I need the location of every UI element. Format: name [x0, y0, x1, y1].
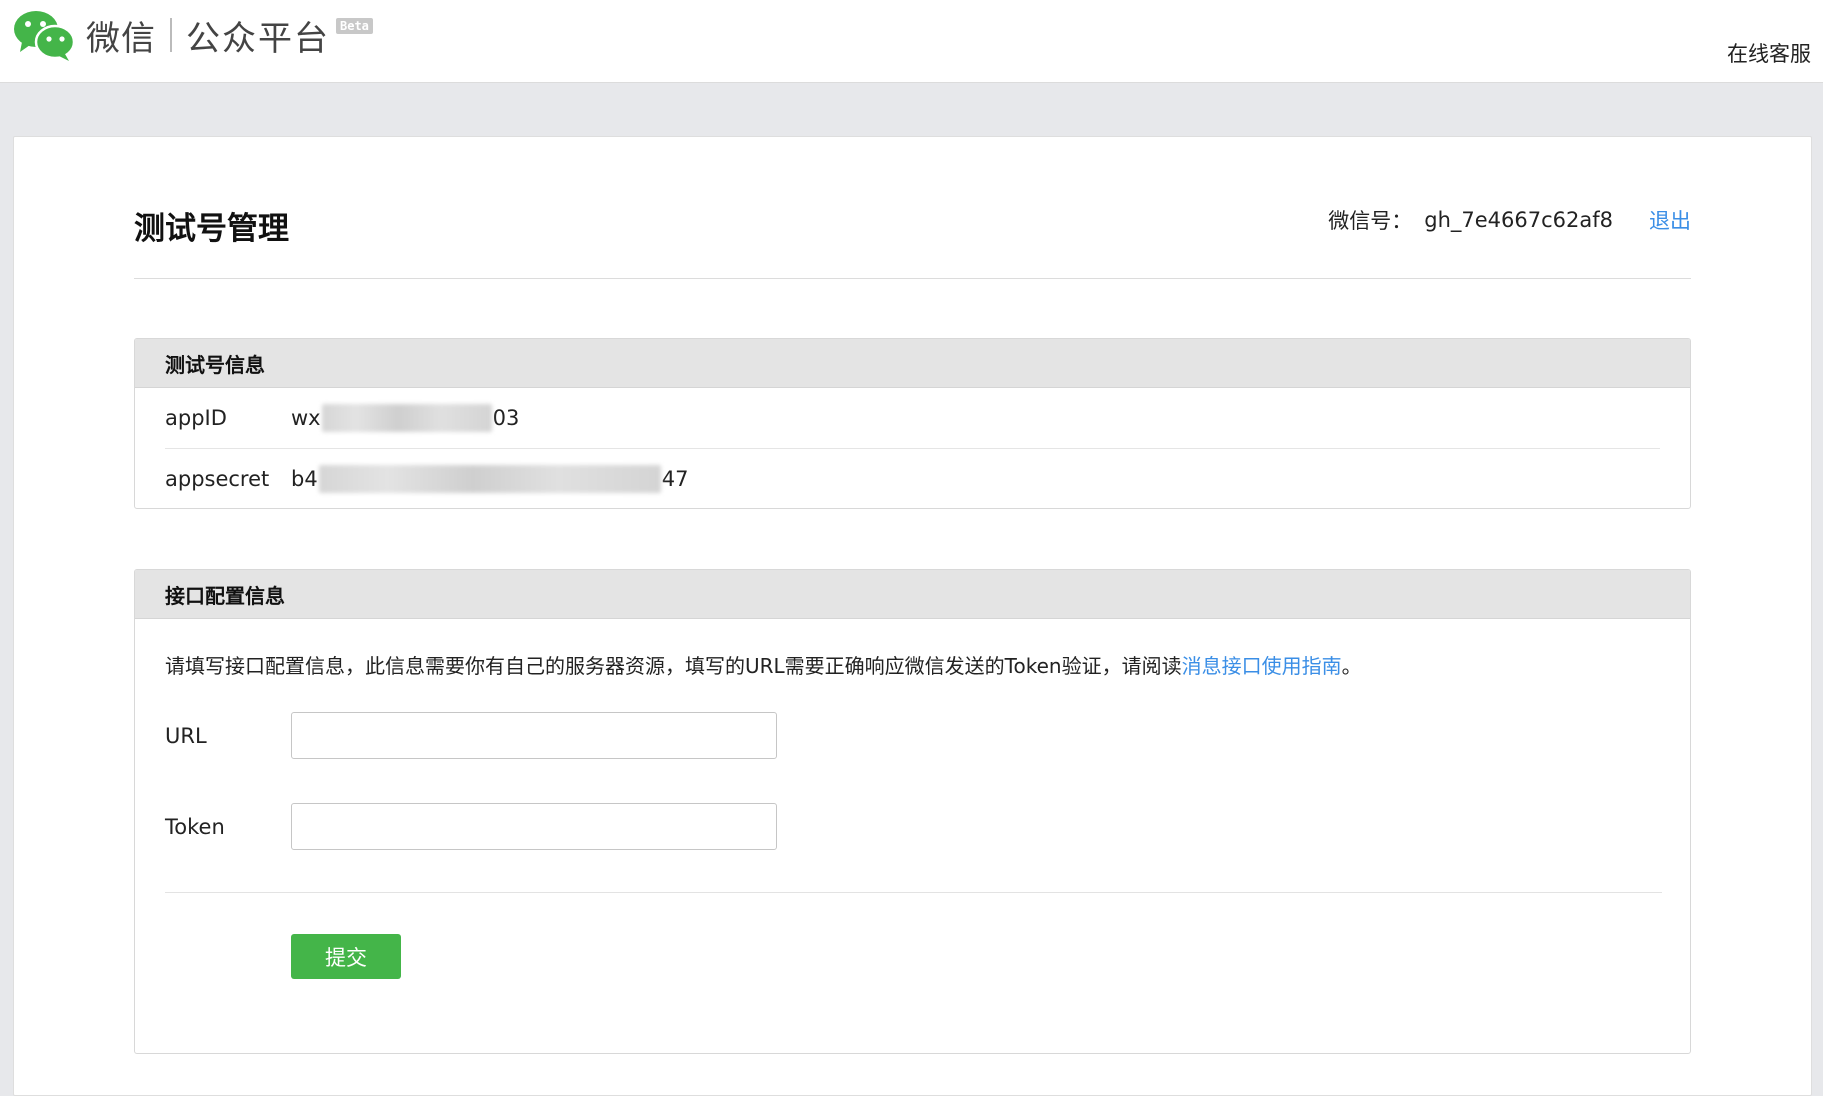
page-header: 测试号管理 微信号： gh_7e4667c62af8 退出	[134, 197, 1691, 279]
appsecret-redacted	[318, 464, 661, 493]
config-description-text: 请填写接口配置信息，此信息需要你有自己的服务器资源，填写的URL需要正确响应微信…	[165, 654, 1182, 678]
brand-platform: 公众平台	[186, 18, 330, 59]
message-api-guide-link[interactable]: 消息接口使用指南	[1182, 654, 1342, 678]
interface-config-section-title: 接口配置信息	[135, 570, 1690, 619]
interface-config-section: 接口配置信息 请填写接口配置信息，此信息需要你有自己的服务器资源，填写的URL需…	[134, 569, 1691, 1054]
token-row: Token	[165, 803, 777, 850]
page-title: 测试号管理	[134, 211, 289, 247]
account-info: 微信号： gh_7e4667c62af8 退出	[1328, 205, 1691, 235]
submit-button[interactable]: 提交	[291, 934, 401, 979]
appsecret-label: appsecret	[165, 466, 270, 491]
wechat-logo-icon	[14, 11, 76, 61]
token-input[interactable]	[291, 803, 777, 850]
form-divider	[165, 892, 1662, 893]
beta-badge: Beta	[336, 18, 373, 34]
online-service-link[interactable]: 在线客服	[1727, 38, 1811, 68]
test-account-section-title: 测试号信息	[135, 339, 1690, 388]
brand-weixin: 微信	[86, 18, 156, 59]
appsecret-row: appsecret b4 47	[165, 448, 1660, 508]
token-label: Token	[165, 814, 225, 839]
logout-link[interactable]: 退出	[1649, 205, 1691, 235]
config-description: 请填写接口配置信息，此信息需要你有自己的服务器资源，填写的URL需要正确响应微信…	[165, 650, 1362, 679]
account-id: gh_7e4667c62af8	[1424, 208, 1613, 232]
appid-row: appID wx 03	[165, 388, 1660, 448]
config-description-end: 。	[1341, 654, 1362, 678]
appid-label: appID	[165, 406, 227, 430]
logo[interactable]: 微信 公众平台 Beta	[12, 8, 373, 62]
main-card: 测试号管理 微信号： gh_7e4667c62af8 退出 测试号信息 appI…	[13, 136, 1812, 1096]
appid-redacted	[321, 404, 492, 432]
brand-divider	[170, 18, 172, 52]
appid-prefix: wx	[291, 406, 321, 430]
url-label: URL	[165, 723, 207, 748]
appid-value: wx 03	[291, 404, 519, 432]
test-account-section: 测试号信息 appID wx 03 appsecret b4 47	[134, 338, 1691, 509]
url-row: URL	[165, 712, 777, 759]
top-bar: 微信 公众平台 Beta 在线客服	[0, 0, 1823, 83]
account-label: 微信号：	[1328, 209, 1413, 233]
appid-suffix: 03	[492, 406, 520, 430]
appsecret-prefix: b4	[291, 466, 318, 491]
appsecret-value: b4 47	[291, 464, 689, 493]
appsecret-suffix: 47	[661, 466, 689, 491]
url-input[interactable]	[291, 712, 777, 759]
